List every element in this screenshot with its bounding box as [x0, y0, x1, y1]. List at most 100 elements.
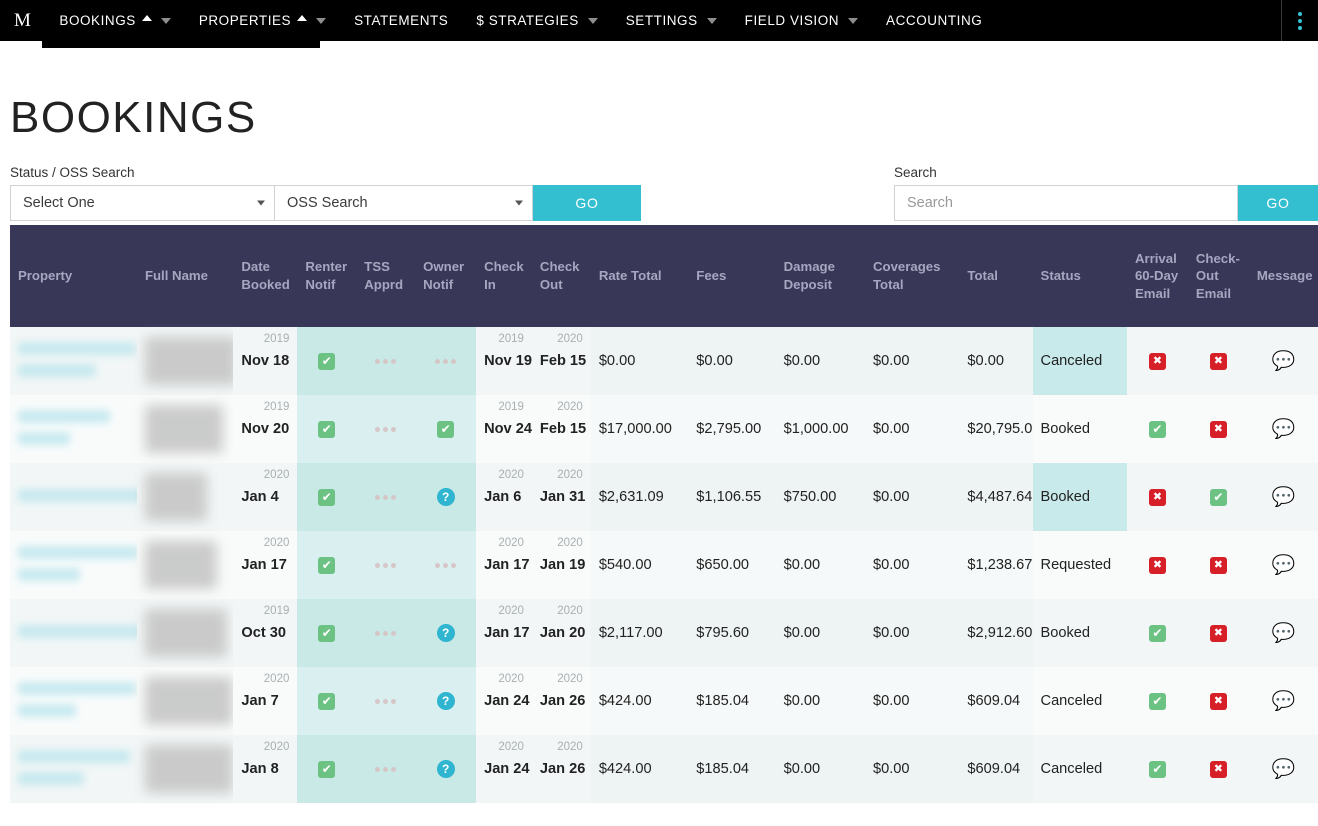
column-header-tss-apprd[interactable]: TSS Apprd: [356, 225, 416, 327]
oss-search-select[interactable]: OSS Search: [275, 185, 533, 221]
chevron-down-icon[interactable]: [848, 17, 859, 24]
message-bubble-icon[interactable]: 💬: [1272, 692, 1296, 711]
cell-message[interactable]: 💬: [1248, 735, 1318, 803]
green-check-icon[interactable]: ✔: [1209, 488, 1227, 506]
cell-owner-notif[interactable]: [415, 327, 477, 395]
cell-property[interactable]: [10, 667, 137, 735]
green-check-icon[interactable]: ✔: [437, 420, 455, 438]
green-check-icon[interactable]: ✔: [1148, 760, 1166, 778]
green-check-icon[interactable]: ✔: [318, 692, 336, 710]
table-row[interactable]: 2020 Jan 4 ✔? 2020 Jan 6 2020 Jan 31 $2,631.09 $…: [10, 463, 1318, 531]
search-go-button[interactable]: GO: [1238, 185, 1318, 221]
green-check-icon[interactable]: ✔: [318, 420, 336, 438]
question-circle-icon[interactable]: ?: [436, 760, 455, 778]
cell-owner-notif[interactable]: ?: [415, 735, 477, 803]
column-header-fees[interactable]: Fees: [688, 225, 776, 327]
red-x-icon[interactable]: ✖: [1148, 352, 1166, 370]
chevron-down-icon[interactable]: [587, 17, 598, 24]
cell-full-name[interactable]: [136, 327, 237, 395]
green-check-icon[interactable]: ✔: [1148, 692, 1166, 710]
column-header-check-in[interactable]: Check In: [476, 225, 532, 327]
red-x-icon[interactable]: ✖: [1148, 556, 1166, 574]
cell-owner-notif[interactable]: ?: [415, 599, 477, 667]
cell-tss-apprd[interactable]: [356, 735, 416, 803]
cell-full-name[interactable]: [136, 599, 234, 667]
table-row[interactable]: 2020 Jan 7 ✔? 2020 Jan 24 2020 Jan 26 $424.00 $1…: [10, 667, 1318, 735]
cell-renter-notif[interactable]: ✔: [297, 327, 357, 395]
message-bubble-icon[interactable]: 💬: [1272, 556, 1296, 575]
column-header-rate-total[interactable]: Rate Total: [590, 225, 689, 327]
brand-logo[interactable]: M: [10, 10, 45, 32]
chevron-down-icon[interactable]: [160, 17, 171, 24]
red-x-icon[interactable]: ✖: [1209, 692, 1227, 710]
cell-tss-apprd[interactable]: [356, 531, 416, 599]
question-circle-icon[interactable]: ?: [436, 488, 455, 506]
cell-renter-notif[interactable]: ✔: [297, 395, 357, 463]
red-x-icon[interactable]: ✖: [1209, 420, 1227, 438]
green-check-icon[interactable]: ✔: [318, 352, 336, 370]
message-bubble-icon[interactable]: 💬: [1272, 760, 1296, 779]
nav-item-properties[interactable]: PROPERTIES: [185, 0, 340, 41]
cell-property[interactable]: [10, 599, 143, 667]
message-bubble-icon[interactable]: 💬: [1272, 420, 1296, 439]
column-header-property[interactable]: Property: [10, 225, 137, 327]
nav-item-bookings[interactable]: BOOKINGS: [45, 0, 184, 41]
cell-check-out-email[interactable]: ✖: [1187, 395, 1249, 463]
nav-item-settings[interactable]: SETTINGS: [612, 0, 731, 41]
cell-check-out-email[interactable]: ✖: [1187, 735, 1249, 803]
cell-property[interactable]: [10, 735, 137, 803]
green-check-icon[interactable]: ✔: [318, 488, 336, 506]
column-header-date-booked[interactable]: Date Booked: [233, 225, 298, 327]
cell-owner-notif[interactable]: [415, 531, 477, 599]
cell-arrival-60-day-email[interactable]: ✖: [1126, 327, 1188, 395]
red-x-icon[interactable]: ✖: [1209, 760, 1227, 778]
column-header-check-out-email[interactable]: Check-Out Email: [1187, 225, 1249, 327]
message-bubble-icon[interactable]: 💬: [1272, 624, 1296, 643]
nav-item-statements[interactable]: STATEMENTS: [340, 0, 462, 41]
question-circle-icon[interactable]: ?: [436, 624, 455, 642]
red-x-icon[interactable]: ✖: [1209, 556, 1227, 574]
cell-arrival-60-day-email[interactable]: ✖: [1126, 463, 1188, 531]
table-row[interactable]: 2020 Jan 8 ✔? 2020 Jan 24 2020 Jan 26 $424.00 $1…: [10, 735, 1318, 803]
green-check-icon[interactable]: ✔: [318, 624, 336, 642]
cell-arrival-60-day-email[interactable]: ✔: [1126, 735, 1188, 803]
table-row[interactable]: 2019 Nov 20 ✔ ✔ 2019 Nov 24 2020 Feb 15 $17,000.…: [10, 395, 1318, 463]
cell-arrival-60-day-email[interactable]: ✖: [1126, 531, 1188, 599]
column-header-arrival-60-day-email[interactable]: Arrival 60-Day Email: [1126, 225, 1188, 327]
cell-tss-apprd[interactable]: [356, 667, 416, 735]
column-header-renter-notif[interactable]: Renter Notif: [297, 225, 357, 327]
cell-arrival-60-day-email[interactable]: ✔: [1126, 667, 1188, 735]
cell-arrival-60-day-email[interactable]: ✔: [1126, 599, 1188, 667]
cell-full-name[interactable]: [136, 735, 234, 803]
cell-check-out-email[interactable]: ✖: [1187, 599, 1249, 667]
cell-full-name[interactable]: [136, 531, 234, 599]
message-bubble-icon[interactable]: 💬: [1272, 488, 1296, 507]
cell-property[interactable]: [10, 531, 138, 599]
cell-renter-notif[interactable]: ✔: [297, 531, 357, 599]
nav-item-strategies[interactable]: $ STRATEGIES: [462, 0, 611, 41]
cell-property[interactable]: [10, 327, 137, 395]
chevron-down-icon[interactable]: [316, 17, 327, 24]
table-row[interactable]: 2020 Jan 17 ✔ 2020 Jan 17 2020 Jan 19 $540.00 $6…: [10, 531, 1318, 599]
column-header-damage-deposit[interactable]: Damage Deposit: [775, 225, 865, 327]
cell-tss-apprd[interactable]: [356, 599, 416, 667]
cell-full-name[interactable]: [136, 667, 234, 735]
cell-full-name[interactable]: [136, 463, 234, 531]
message-bubble-icon[interactable]: 💬: [1272, 352, 1296, 371]
cell-owner-notif[interactable]: ✔: [415, 395, 477, 463]
column-header-owner-notif[interactable]: Owner Notif: [415, 225, 477, 327]
cell-tss-apprd[interactable]: [356, 327, 416, 395]
cell-message[interactable]: 💬: [1248, 327, 1318, 395]
cell-arrival-60-day-email[interactable]: ✔: [1126, 395, 1188, 463]
green-check-icon[interactable]: ✔: [318, 556, 336, 574]
cell-renter-notif[interactable]: ✔: [297, 735, 357, 803]
cell-check-out-email[interactable]: ✔: [1187, 463, 1249, 531]
cell-tss-apprd[interactable]: [356, 463, 416, 531]
table-row[interactable]: 2019 Oct 30 ✔? 2020 Jan 17 2020 Jan 20 $2,117.0…: [10, 599, 1318, 667]
chevron-down-icon[interactable]: [706, 17, 717, 24]
search-input[interactable]: [894, 185, 1238, 221]
table-row[interactable]: 2019 Nov 18 ✔ 2019 Nov 19 2020 Feb 15 $0.00 $0.0…: [10, 327, 1318, 395]
red-x-icon[interactable]: ✖: [1209, 352, 1227, 370]
green-check-icon[interactable]: ✔: [1148, 420, 1166, 438]
cell-renter-notif[interactable]: ✔: [297, 463, 357, 531]
